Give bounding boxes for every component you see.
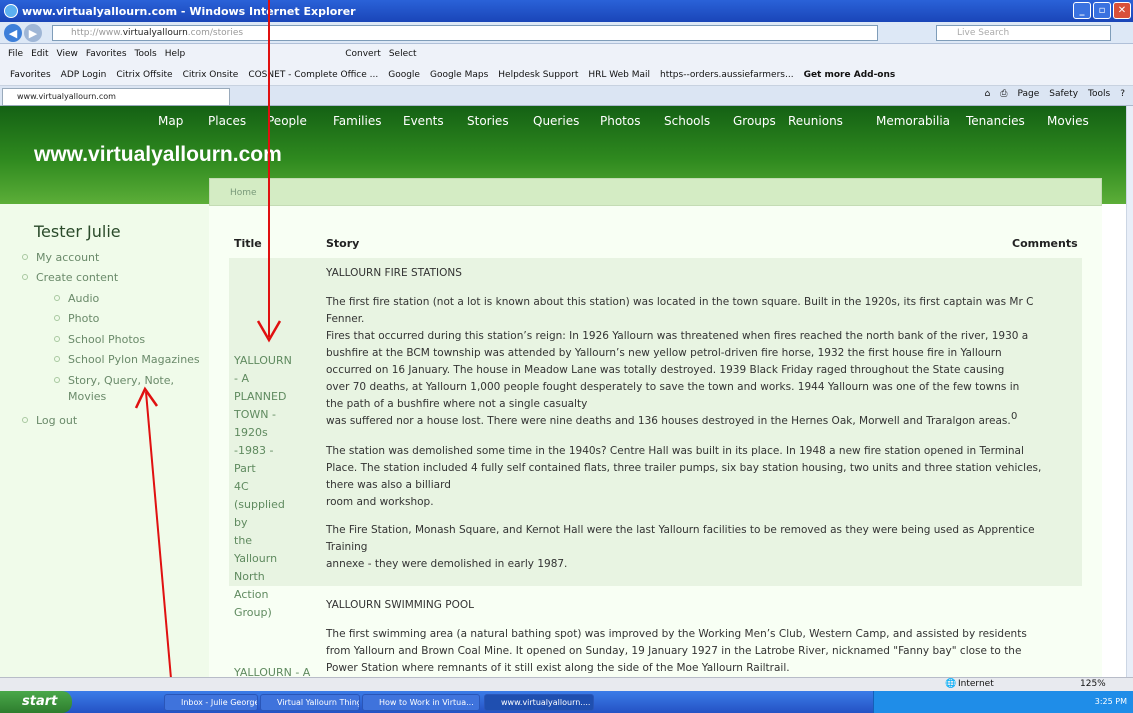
zone-label: Internet — [958, 679, 994, 689]
status-bar: 🌐 Internet 125% — [0, 677, 1133, 691]
arrow-up-annotation — [134, 386, 175, 713]
taskbar-virtualyallourn-ie[interactable]: www.virtualyallourn.... — [484, 694, 594, 711]
zoom-level[interactable]: 125% — [1080, 679, 1106, 689]
taskbar-inbox[interactable]: Inbox - Julie George -... — [164, 694, 258, 711]
arrow-down-annotation — [256, 0, 282, 343]
clock[interactable]: 3:25 PM — [1095, 697, 1127, 706]
taskbar-how-to-work[interactable]: How to Work in Virtua... — [362, 694, 480, 711]
system-tray: 3:25 PM — [873, 691, 1133, 713]
annotation-arrows — [134, 0, 282, 713]
start-button[interactable]: start — [0, 691, 72, 713]
taskbar-virtual-yallourn[interactable]: Virtual Yallourn Thing... — [260, 694, 360, 711]
globe-icon: 🌐 — [945, 679, 957, 689]
